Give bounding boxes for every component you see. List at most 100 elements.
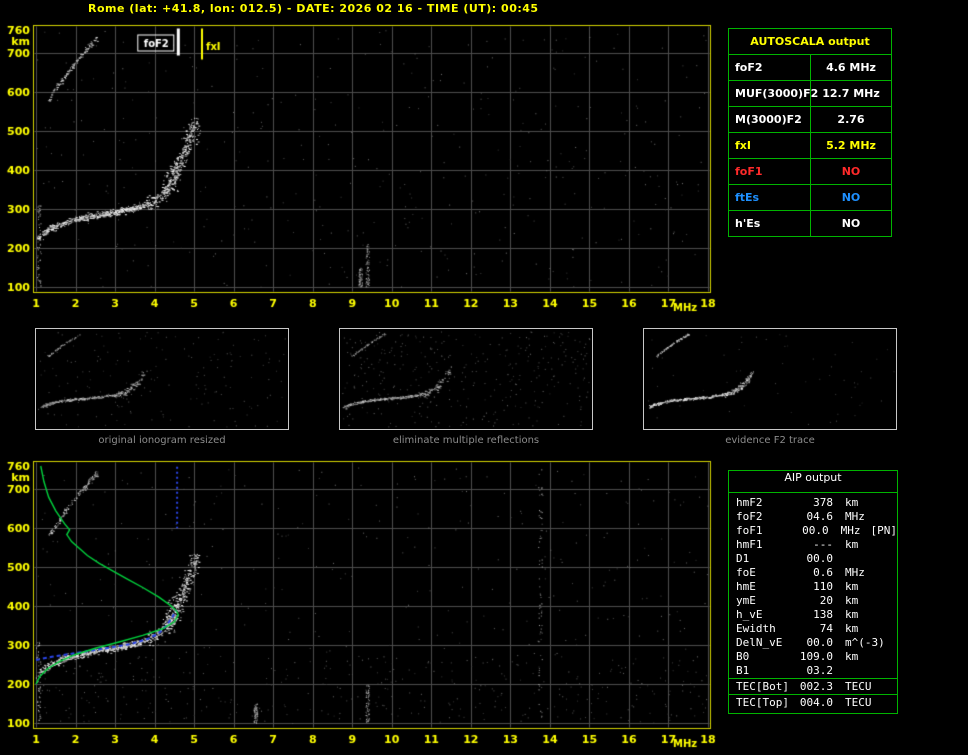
aip-param-name: foF2 — [736, 510, 763, 523]
aip-param-note — [845, 552, 855, 566]
aip-param-name: hmE — [736, 580, 756, 593]
aip-row: B0 109.0 km — [729, 650, 897, 664]
autoscala-row: fxI 5.2 MHz — [729, 133, 891, 159]
aip-param-unit: km — [845, 538, 859, 551]
aip-param-unit — [833, 552, 845, 566]
aip-param-unit: MHz — [840, 524, 861, 537]
aip-panel-title: AIP output — [729, 471, 897, 493]
aip-param-name: B0 — [736, 650, 750, 663]
aip-row: foF2 04.6 MHz — [729, 510, 897, 524]
aip-row: hmF2 378 km — [729, 496, 897, 510]
aip-param-value: 74 — [819, 622, 833, 635]
aip-row: TEC[Top] 004.0 TECU — [729, 694, 897, 710]
aip-row: D1 00.0 — [729, 552, 897, 566]
aip-param-note — [858, 496, 868, 510]
aip-param-name: foE — [736, 566, 756, 579]
thumbnail-original-ionogram — [35, 328, 289, 430]
aip-row: hmF1 --- km — [729, 538, 897, 552]
autoscala-param-label: foF1 — [729, 159, 811, 184]
thumbnail-caption-f2trace: evidence F2 trace — [725, 435, 815, 446]
aip-param-unit: km — [845, 622, 859, 635]
autoscala-row: ftEs NO — [729, 185, 891, 211]
autoscala-param-value: NO — [841, 191, 861, 204]
aip-param-note — [858, 650, 868, 664]
autoscala-panel-title: AUTOSCALA output — [729, 29, 891, 55]
thumbnail-eliminate-reflections — [339, 328, 593, 430]
aip-row: B1 03.2 — [729, 664, 897, 678]
aip-param-unit: MHz — [845, 566, 865, 579]
aip-row: ymE 20 km — [729, 594, 897, 608]
autoscala-row: h'Es NO — [729, 211, 891, 236]
autoscala-param-value: 12.7 MHz — [822, 87, 880, 100]
aip-param-name: B1 — [736, 664, 750, 677]
aip-param-name: ymE — [736, 594, 756, 607]
top-ionogram-chart — [0, 16, 724, 316]
aip-param-note — [858, 538, 868, 552]
aip-param-note — [845, 664, 855, 678]
aip-row: Ewidth 74 km — [729, 622, 897, 636]
page-title: Rome (lat: +41.8, lon: 012.5) - DATE: 20… — [88, 2, 539, 15]
autoscala-rows: foF2 4.6 MHz MUF(3000)F2 12.7 MHz M(3000)F2 2… — [729, 55, 891, 236]
aip-param-note — [858, 622, 868, 636]
aip-param-unit: km — [845, 496, 859, 509]
aip-row: TEC[Bot] 002.3 TECU — [729, 678, 897, 694]
aip-param-unit — [833, 664, 845, 678]
aip-param-value: 110 — [813, 580, 833, 593]
aip-param-value: 378 — [813, 496, 833, 509]
aip-param-value: --- — [813, 538, 833, 551]
aip-param-value: 00.0 — [802, 524, 829, 537]
thumbnail-caption-reflections: eliminate multiple reflections — [392, 435, 540, 446]
aip-param-value: 002.3 — [799, 680, 833, 693]
aip-param-value: 00.0 — [806, 552, 834, 565]
aip-param-unit: TECU — [845, 680, 872, 693]
aip-param-unit: km — [845, 650, 859, 663]
aip-rows: hmF2 378 km foF2 04.6 MHz foF1 00.0 MHz [PN] hmF1 -… — [729, 493, 897, 710]
aip-param-unit: TECU — [845, 696, 872, 709]
autoscala-param-label: h'Es — [729, 211, 811, 236]
aip-param-unit: km — [845, 580, 859, 593]
aip-param-name: h_vE — [736, 608, 763, 621]
aip-param-name: D1 — [736, 552, 750, 565]
autoscala-param-value: 4.6 MHz — [826, 61, 876, 74]
autoscala-row: foF2 4.6 MHz — [729, 55, 891, 81]
aip-param-note — [865, 566, 875, 580]
autoscala-param-label: fxI — [729, 133, 811, 158]
aip-param-value: 109.0 — [799, 650, 833, 663]
autoscala-param-label: foF2 — [729, 55, 811, 80]
autoscala-param-label: M(3000)F2 — [729, 107, 811, 132]
aip-param-note — [872, 679, 882, 694]
autoscala-output-panel: AUTOSCALA output foF2 4.6 MHz MUF(3000)F2 1… — [728, 28, 892, 237]
aip-param-value: 03.2 — [806, 664, 834, 677]
aip-row: DelN_vE 00.0 m^(-3) — [729, 636, 897, 650]
aip-param-name: DelN_vE — [736, 636, 783, 649]
autoscala-param-label: ftEs — [729, 185, 811, 210]
aip-param-note — [858, 608, 868, 622]
aip-param-name: hmF1 — [736, 538, 763, 551]
aip-param-name: TEC[Top] — [736, 696, 789, 709]
autoscala-row: M(3000)F2 2.76 — [729, 107, 891, 133]
aip-row: h_vE 138 km — [729, 608, 897, 622]
aip-param-note — [858, 580, 868, 594]
aip-output-panel: AIP output hmF2 378 km foF2 04.6 MHz foF1 00.0 M… — [728, 470, 898, 714]
aip-param-name: TEC[Bot] — [736, 680, 789, 693]
aip-param-unit: km — [845, 594, 859, 607]
thumbnail-caption-original: original ionogram resized — [98, 435, 226, 446]
autoscala-param-label: MUF(3000)F2 — [729, 81, 818, 106]
autoscala-row: MUF(3000)F2 12.7 MHz — [729, 81, 891, 107]
autoscala-param-value: 5.2 MHz — [826, 139, 876, 152]
aip-param-unit: MHz — [845, 510, 865, 523]
aip-param-unit: m^(-3) — [845, 636, 885, 649]
aip-param-value: 0.6 — [813, 566, 833, 579]
aip-param-value: 00.0 — [806, 636, 834, 649]
aip-param-note — [858, 594, 868, 608]
autoscala-row: foF1 NO — [729, 159, 891, 185]
aip-row: foF1 00.0 MHz [PN] — [729, 524, 897, 538]
bottom-ionogram-chart — [0, 452, 724, 754]
aip-param-note — [865, 510, 875, 524]
aip-param-value: 20 — [819, 594, 833, 607]
aip-param-note — [885, 636, 895, 650]
aip-param-name: foF1 — [736, 524, 763, 537]
thumbnail-evidence-f2-trace — [643, 328, 897, 430]
aip-param-name: Ewidth — [736, 622, 776, 635]
autoscala-param-value: 2.76 — [837, 113, 865, 126]
